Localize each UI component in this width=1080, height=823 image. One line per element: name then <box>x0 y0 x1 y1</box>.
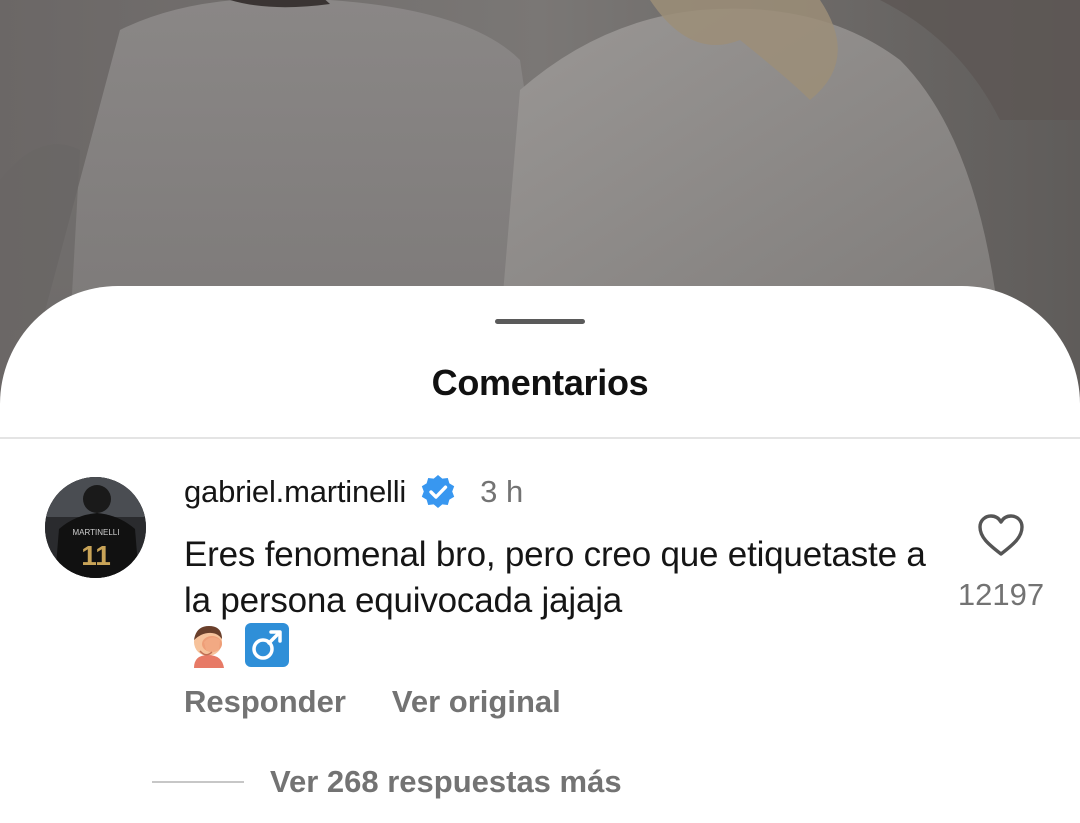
replies-divider-line <box>152 781 244 783</box>
comment-actions: Responder Ver original <box>184 684 561 720</box>
comment-emojis <box>186 622 290 668</box>
comment-timestamp: 3 h <box>480 474 524 509</box>
header-divider <box>0 437 1080 439</box>
male-sign-emoji <box>245 623 289 667</box>
like-count: 12197 <box>957 577 1045 612</box>
comment-header: gabriel.martinelli 3 h <box>184 470 523 514</box>
heart-outline-icon[interactable] <box>976 512 1026 558</box>
view-replies-label: Ver 268 respuestas más <box>270 764 622 799</box>
reply-button[interactable]: Responder <box>184 684 346 720</box>
view-replies-button[interactable]: Ver 268 respuestas más <box>152 764 622 800</box>
comment-username[interactable]: gabriel.martinelli <box>184 474 406 510</box>
avatar[interactable]: MARTINELLI 11 <box>45 477 146 578</box>
face-palm-emoji <box>194 626 224 668</box>
see-original-button[interactable]: Ver original <box>392 684 561 720</box>
verified-badge-icon <box>420 474 456 510</box>
avatar-jersey-name: MARTINELLI <box>73 528 120 537</box>
sheet-drag-handle[interactable] <box>495 319 585 324</box>
avatar-jersey-number: 11 <box>81 540 111 571</box>
comment-text: Eres fenomenal bro, pero creo que etique… <box>184 535 926 620</box>
sheet-title: Comentarios <box>431 362 649 403</box>
